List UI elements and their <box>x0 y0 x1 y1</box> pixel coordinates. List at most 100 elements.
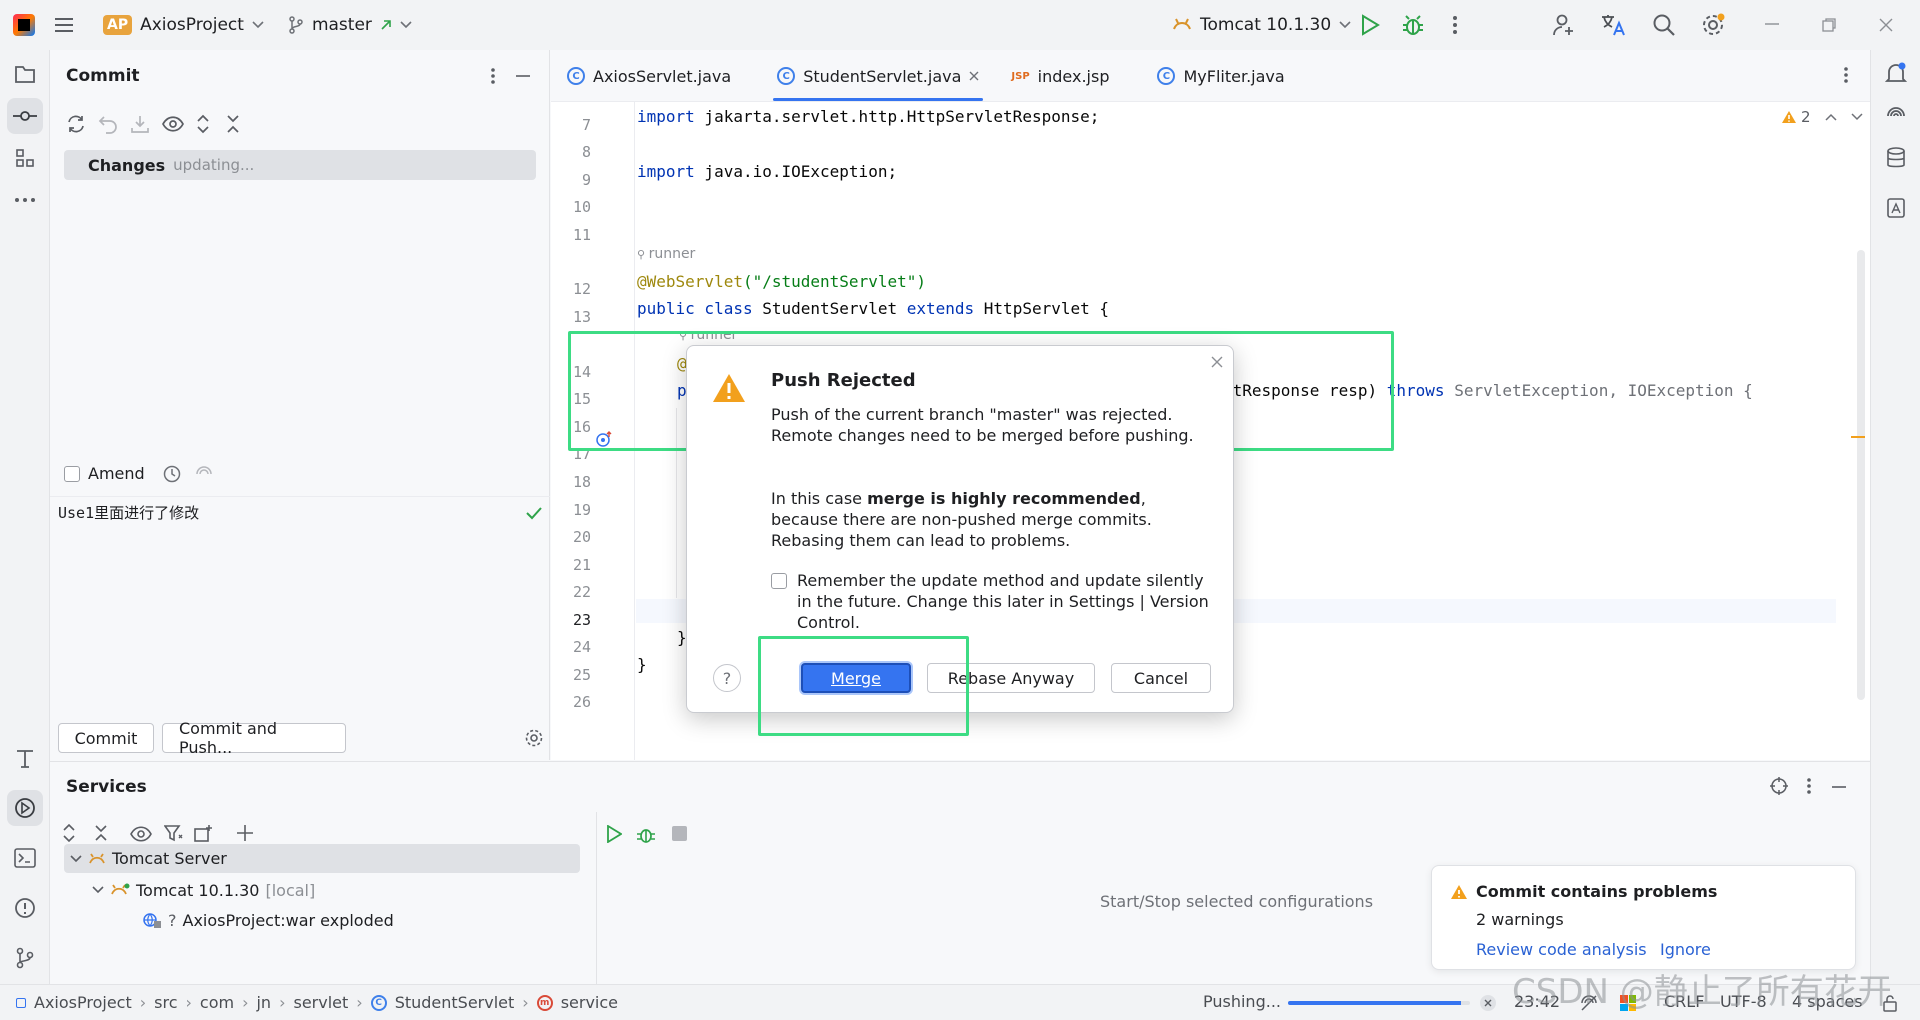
method-icon: m <box>536 994 553 1011</box>
commit-button[interactable]: Commit <box>58 723 154 753</box>
tree-row-tomcat-instance[interactable]: Tomcat 10.1.30 [local] <box>92 876 315 904</box>
annotation: @WebServlet <box>637 272 743 291</box>
tab-axiosservlet[interactable]: C AxiosServlet.java <box>551 51 747 101</box>
tab-studentservlet[interactable]: C StudentServlet.java <box>761 51 995 101</box>
amend-checkbox-row[interactable]: Amend <box>64 464 213 483</box>
commit-and-push-button[interactable]: Commit and Push... <box>162 719 346 757</box>
git-tool-button[interactable] <box>7 940 43 976</box>
line-number: 25 <box>572 666 591 684</box>
code-text: java.io.IOException; <box>694 162 898 181</box>
close-tab-icon[interactable] <box>969 71 979 81</box>
tree-row-tomcat-server[interactable]: Tomcat Server <box>64 844 580 873</box>
run-config-selector[interactable]: Tomcat 10.1.30 <box>1162 8 1361 42</box>
run-icon[interactable] <box>1360 14 1380 36</box>
code-line-9[interactable]: import java.io.IOException; <box>637 162 897 181</box>
breadcrumb-item[interactable]: AxiosProject <box>34 993 132 1012</box>
hide-panel-icon[interactable] <box>516 75 530 77</box>
refresh-icon[interactable] <box>66 114 86 134</box>
close-dialog-icon[interactable] <box>1211 356 1223 368</box>
breadcrumb-item[interactable]: src <box>154 993 177 1012</box>
more-vertical-icon[interactable] <box>490 67 496 85</box>
debug-icon[interactable] <box>1402 14 1424 36</box>
breadcrumb-separator: › <box>279 993 286 1012</box>
breadcrumb-separator: › <box>139 993 147 1012</box>
review-code-analysis-link[interactable]: Review code analysis <box>1476 940 1647 959</box>
branch-selector[interactable]: master <box>278 8 422 42</box>
new-group-icon[interactable] <box>194 824 214 842</box>
collapse-all-icon[interactable] <box>94 824 108 842</box>
stop-icon[interactable] <box>672 826 687 841</box>
project-tool-button[interactable] <box>7 56 43 92</box>
show-eye-icon[interactable] <box>130 826 152 842</box>
tab-myfliter[interactable]: C MyFliter.java <box>1141 51 1300 101</box>
cancel-process-icon[interactable] <box>1479 994 1497 1012</box>
add-user-icon[interactable] <box>1552 13 1576 37</box>
remember-checkbox[interactable] <box>771 573 787 589</box>
services-divider <box>596 812 597 985</box>
tabs-more-icon[interactable] <box>1843 66 1849 84</box>
code-line-25[interactable]: } <box>637 655 647 674</box>
more-vertical-icon[interactable] <box>1452 15 1458 35</box>
commit-options-gear-icon[interactable] <box>524 728 544 748</box>
breadcrumb-item[interactable]: StudentServlet <box>395 993 515 1012</box>
line-number: 20 <box>572 528 591 546</box>
build-tool-button[interactable] <box>7 740 43 776</box>
app-logo-icon[interactable] <box>13 14 35 36</box>
search-icon[interactable] <box>1652 13 1676 37</box>
structure-tool-button[interactable] <box>7 140 43 176</box>
notifications-bell-icon[interactable] <box>1878 56 1914 92</box>
debug-icon[interactable] <box>636 824 656 844</box>
services-tool-button[interactable] <box>7 790 43 826</box>
target-icon[interactable] <box>1769 776 1789 796</box>
more-vertical-icon[interactable] <box>1806 777 1812 795</box>
breadcrumb-item[interactable]: com <box>200 993 234 1012</box>
code-line-7[interactable]: import jakarta.servlet.http.HttpServletR… <box>637 107 1099 126</box>
chevron-down-icon[interactable] <box>1851 113 1863 121</box>
show-diff-eye-icon[interactable] <box>162 116 184 132</box>
breadcrumb-item[interactable]: service <box>561 993 618 1012</box>
cancel-button[interactable]: Cancel <box>1111 663 1211 693</box>
changes-node[interactable]: Changes updating... <box>64 150 536 180</box>
warnings-indicator[interactable]: 2 <box>1781 108 1863 126</box>
help-button[interactable]: ? <box>713 664 741 692</box>
database-icon[interactable] <box>1878 140 1914 176</box>
amend-checkbox[interactable] <box>64 465 80 482</box>
breadcrumb-item[interactable]: servlet <box>293 993 348 1012</box>
translate-panel-icon[interactable] <box>1878 190 1914 226</box>
translate-icon[interactable] <box>1600 13 1626 37</box>
settings-gear-icon[interactable] <box>1700 12 1726 38</box>
update-icon[interactable] <box>130 114 150 134</box>
add-service-icon[interactable] <box>236 824 254 842</box>
main-menu-icon[interactable] <box>53 16 75 34</box>
ai-message-icon[interactable] <box>195 465 213 483</box>
tree-label: Tomcat 10.1.30 <box>136 880 260 900</box>
chevron-up-icon[interactable] <box>1825 113 1837 121</box>
commit-tool-button[interactable] <box>7 98 43 134</box>
remember-label[interactable]: Remember the update method and update si… <box>797 570 1217 633</box>
commit-message-input[interactable]: Use1里面进行了修改 <box>58 502 498 752</box>
history-clock-icon[interactable] <box>163 465 181 483</box>
minimize-icon[interactable] <box>1765 23 1779 25</box>
ai-assistant-icon[interactable] <box>1878 98 1914 134</box>
tab-index-jsp[interactable]: JSP index.jsp <box>995 51 1125 101</box>
keyword: import <box>637 107 695 126</box>
hide-panel-icon[interactable] <box>1832 786 1846 788</box>
expand-all-icon[interactable] <box>196 114 210 134</box>
project-selector[interactable]: AP AxiosProject <box>93 8 274 42</box>
filter-icon[interactable] <box>164 824 184 842</box>
more-tools-icon[interactable] <box>7 182 43 218</box>
close-window-icon[interactable] <box>1879 18 1893 32</box>
collapse-all-icon[interactable] <box>226 114 240 134</box>
ignore-link[interactable]: Ignore <box>1660 940 1711 959</box>
problems-tool-button[interactable] <box>7 890 43 926</box>
code-line-12[interactable]: @WebServlet("/studentServlet") <box>637 272 926 291</box>
editor-scrollbar[interactable] <box>1857 250 1865 700</box>
expand-all-icon[interactable] <box>62 824 76 842</box>
tree-row-artifact[interactable]: ? AxiosProject:war exploded <box>142 906 394 934</box>
terminal-tool-button[interactable] <box>7 840 43 876</box>
rollback-icon[interactable] <box>98 114 118 134</box>
code-line-13[interactable]: public class StudentServlet extends Http… <box>637 299 1109 318</box>
run-icon[interactable] <box>606 825 622 843</box>
restore-icon[interactable] <box>1822 18 1836 32</box>
breadcrumb-item[interactable]: jn <box>256 993 271 1012</box>
